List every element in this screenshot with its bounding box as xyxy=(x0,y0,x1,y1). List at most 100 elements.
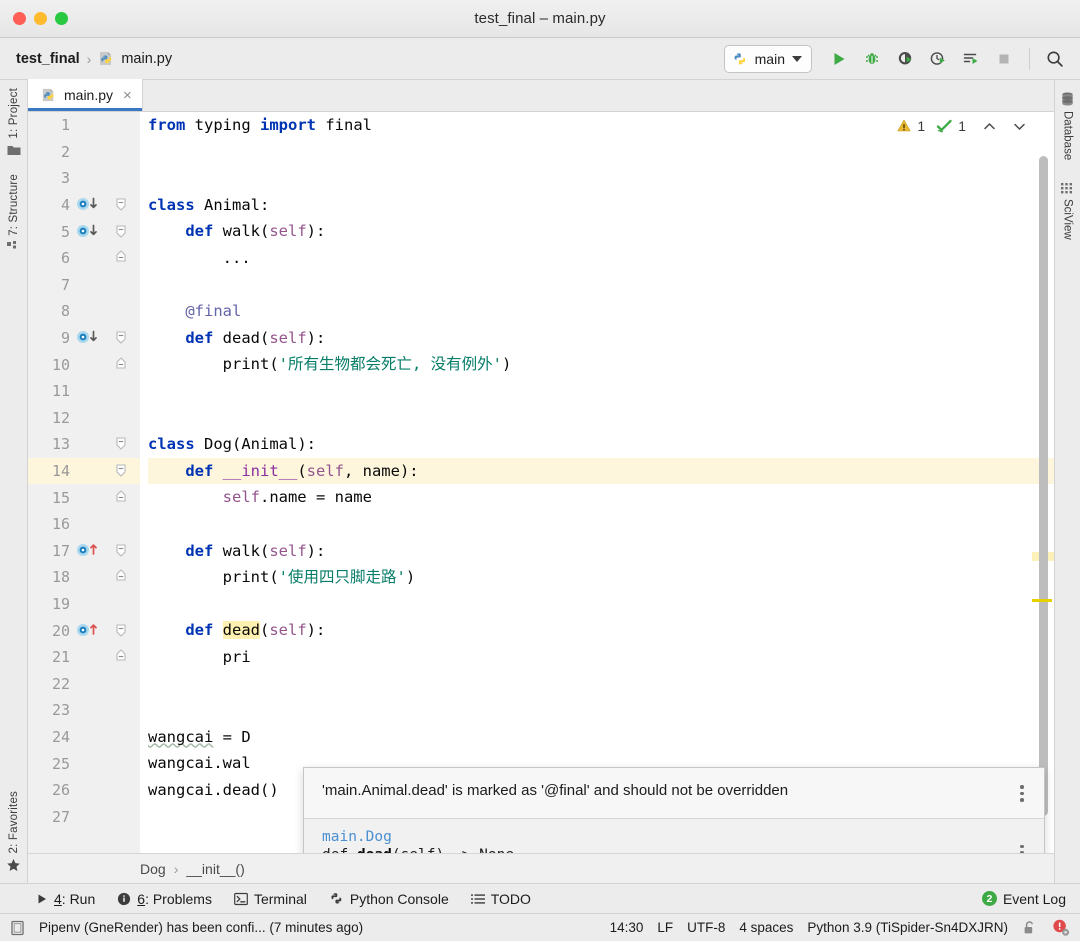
debug-button[interactable] xyxy=(857,44,887,74)
code-line-3[interactable] xyxy=(148,165,1054,192)
close-icon[interactable]: × xyxy=(123,87,132,104)
fold-start-icon[interactable] xyxy=(104,196,138,214)
gutter-line-24[interactable]: 24 xyxy=(28,724,140,751)
gutter-run-marker-icon[interactable] xyxy=(74,541,104,561)
status-message[interactable]: Pipenv (GneRender) has been confi... (7 … xyxy=(39,920,363,935)
gutter-line-10[interactable]: 10 xyxy=(28,351,140,378)
code-line-18[interactable]: print('使用四只脚走路') xyxy=(148,564,1054,591)
fold-end-icon[interactable] xyxy=(104,356,138,374)
fold-start-icon[interactable] xyxy=(104,329,138,347)
gutter-line-20[interactable]: 20 xyxy=(28,617,140,644)
tool-window-terminal[interactable]: Terminal xyxy=(234,891,307,907)
code-line-23[interactable] xyxy=(148,697,1054,724)
fold-start-icon[interactable] xyxy=(104,622,138,640)
tool-window-todo[interactable]: TODO xyxy=(470,891,531,907)
fold-start-icon[interactable] xyxy=(104,542,138,560)
gutter-run-marker-icon[interactable] xyxy=(74,621,104,641)
code-line-5[interactable]: def walk(self): xyxy=(148,218,1054,245)
fold-end-icon[interactable] xyxy=(104,568,138,586)
fold-end-icon[interactable] xyxy=(104,249,138,267)
gutter-line-25[interactable]: 25 xyxy=(28,750,140,777)
run-with-console-button[interactable] xyxy=(956,44,986,74)
code-line-13[interactable]: class Dog(Animal): xyxy=(148,431,1054,458)
code-line-4[interactable]: class Animal: xyxy=(148,192,1054,219)
code-line-16[interactable] xyxy=(148,511,1054,538)
fold-end-icon[interactable] xyxy=(104,648,138,666)
gutter-line-23[interactable]: 23 xyxy=(28,697,140,724)
code-editor[interactable]: 1 2 3 4 5 6 7 8 9 10 11 12 13 14 15 16 17 18 19 20 21 22 23 24 2… xyxy=(28,112,1054,853)
gutter-line-2[interactable]: 2 xyxy=(28,139,140,166)
memory-indicator-icon[interactable] xyxy=(10,920,25,936)
code-line-12[interactable] xyxy=(148,405,1054,432)
code-line-22[interactable] xyxy=(148,670,1054,697)
code-line-19[interactable] xyxy=(148,591,1054,618)
gutter-line-17[interactable]: 17 xyxy=(28,538,140,565)
code-line-14[interactable]: def __init__(self, name): xyxy=(148,457,1054,485)
gutter-line-22[interactable]: 22 xyxy=(28,670,140,697)
editor-gutter[interactable]: 1 2 3 4 5 6 7 8 9 10 11 12 13 14 15 16 17 18 19 20 21 22 23 24 2… xyxy=(28,112,140,853)
line-separator-indicator[interactable]: LF xyxy=(657,920,673,935)
interpreter-indicator[interactable]: Python 3.9 (TiSpider-Sn4DXJRN) xyxy=(807,920,1008,935)
tooltip-doc-more-actions-icon[interactable] xyxy=(1014,829,1030,853)
breadcrumb-class[interactable]: Dog xyxy=(140,861,166,877)
fold-start-icon[interactable] xyxy=(104,223,138,241)
gutter-line-16[interactable]: 16 xyxy=(28,511,140,538)
run-with-coverage-button[interactable] xyxy=(890,44,920,74)
fold-start-icon[interactable] xyxy=(104,462,138,480)
gutter-line-9[interactable]: 9 xyxy=(28,325,140,352)
gutter-line-1[interactable]: 1 xyxy=(28,112,140,139)
gutter-line-4[interactable]: 4 xyxy=(28,192,140,219)
code-line-24[interactable]: wangcai = D xyxy=(148,724,1054,751)
chevron-down-icon[interactable] xyxy=(1007,119,1032,134)
indent-indicator[interactable]: 4 spaces xyxy=(739,920,793,935)
code-line-8[interactable]: @final xyxy=(148,298,1054,325)
gutter-line-26[interactable]: 26 xyxy=(28,777,140,804)
scrollbar-warning-marker[interactable] xyxy=(1032,599,1052,602)
code-line-7[interactable] xyxy=(148,272,1054,299)
breadcrumb-method[interactable]: __init__() xyxy=(186,861,244,877)
gutter-line-21[interactable]: 21 xyxy=(28,644,140,671)
gutter-run-marker-icon[interactable] xyxy=(74,222,104,242)
sidebar-item-favorites[interactable]: 2: Favorites xyxy=(6,791,21,873)
gutter-line-8[interactable]: 8 xyxy=(28,298,140,325)
sidebar-item-sciview[interactable]: SciView xyxy=(1061,182,1074,240)
fold-start-icon[interactable] xyxy=(104,435,138,453)
gutter-run-marker-icon[interactable] xyxy=(74,328,104,348)
tool-window-python-console[interactable]: Python Console xyxy=(329,891,449,907)
run-button[interactable] xyxy=(824,44,854,74)
code-line-20[interactable]: def dead(self): xyxy=(148,617,1054,644)
editor-scrollbar[interactable] xyxy=(1039,156,1048,816)
unlock-icon[interactable] xyxy=(1022,920,1037,936)
tool-window-run[interactable]: 4: Run xyxy=(36,891,95,907)
inspection-widget[interactable]: 1 1 xyxy=(896,118,1032,134)
code-line-2[interactable] xyxy=(148,139,1054,166)
inspection-tooltip-popup[interactable]: 'main.Animal.dead' is marked as '@final'… xyxy=(303,767,1045,853)
gutter-line-5[interactable]: 5 xyxy=(28,218,140,245)
gutter-line-15[interactable]: 15 xyxy=(28,484,140,511)
chevron-up-icon[interactable] xyxy=(977,119,1002,134)
code-line-9[interactable]: def dead(self): xyxy=(148,325,1054,352)
tooltip-more-actions-icon[interactable] xyxy=(1014,782,1030,802)
gutter-line-14[interactable]: 14 xyxy=(28,457,140,485)
gutter-line-13[interactable]: 13 xyxy=(28,431,140,458)
search-everywhere-button[interactable] xyxy=(1040,44,1070,74)
sidebar-item-project[interactable]: 1: Project xyxy=(7,88,21,156)
code-line-11[interactable] xyxy=(148,378,1054,405)
code-line-17[interactable]: def walk(self): xyxy=(148,538,1054,565)
gutter-run-marker-icon[interactable] xyxy=(74,195,104,215)
sidebar-item-database[interactable]: Database xyxy=(1061,92,1074,160)
fold-end-icon[interactable] xyxy=(104,489,138,507)
gutter-line-6[interactable]: 6 xyxy=(28,245,140,272)
code-line-6[interactable]: ... xyxy=(148,245,1054,272)
code-line-10[interactable]: print('所有生物都会死亡, 没有例外') xyxy=(148,351,1054,378)
sidebar-item-structure[interactable]: 7: Structure xyxy=(7,174,20,253)
gutter-line-19[interactable]: 19 xyxy=(28,591,140,618)
breadcrumb-file[interactable]: main.py xyxy=(98,50,172,67)
gutter-line-18[interactable]: 18 xyxy=(28,564,140,591)
gutter-line-11[interactable]: 11 xyxy=(28,378,140,405)
run-configuration-selector[interactable]: main xyxy=(723,44,812,73)
tab-main-py[interactable]: main.py × xyxy=(28,79,143,111)
gutter-line-3[interactable]: 3 xyxy=(28,165,140,192)
stop-button[interactable] xyxy=(989,44,1019,74)
gutter-line-12[interactable]: 12 xyxy=(28,405,140,432)
